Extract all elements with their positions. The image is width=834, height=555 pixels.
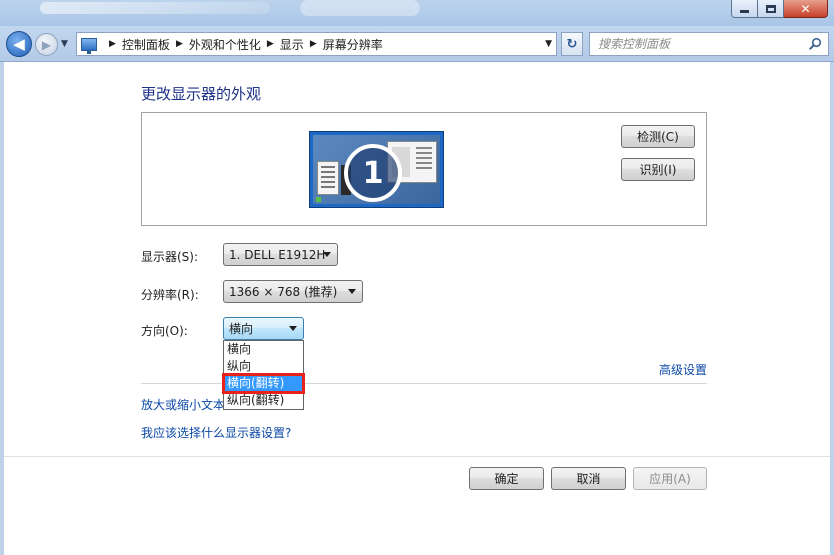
breadcrumb-appearance[interactable]: 外观和个性化 [189, 36, 261, 53]
identify-button[interactable]: 识别(I) [621, 158, 695, 181]
chevron-down-icon [348, 289, 356, 294]
minimize-icon [740, 10, 749, 13]
breadcrumb-separator-icon[interactable]: ▶ [176, 39, 183, 49]
breadcrumb-control-panel[interactable]: 控制面板 [122, 36, 170, 53]
advanced-settings-link[interactable]: 高级设置 [659, 361, 707, 378]
search-input[interactable] [598, 37, 798, 51]
orientation-option-landscape-flipped[interactable]: 横向(翻转) [222, 373, 305, 394]
breadcrumb-screen-resolution[interactable]: 屏幕分辨率 [323, 36, 383, 53]
thumbnail-window-icon [317, 161, 339, 195]
display-select-value: 1. DELL E1912H [229, 247, 326, 262]
address-bar[interactable]: ▶ 控制面板 ▶ 外观和个性化 ▶ 显示 ▶ 屏幕分辨率 ▼ [76, 32, 557, 56]
page-title: 更改显示器的外观 [141, 85, 262, 103]
maximize-icon [765, 4, 776, 13]
navigation-bar: ◀ ▶ ▼ ▶ 控制面板 ▶ 外观和个性化 ▶ 显示 ▶ 屏幕分辨率 ▼ ↻ [0, 26, 834, 62]
chevron-down-icon [289, 326, 297, 331]
detect-button[interactable]: 检测(C) [621, 125, 695, 148]
close-button[interactable]: ✕ [784, 0, 828, 18]
resolution-select-value: 1366 × 768 (推荐) [229, 285, 338, 299]
title-bar: ✕ [0, 0, 834, 26]
back-button[interactable]: ◀ [6, 31, 32, 57]
display-select[interactable]: 1. DELL E1912H [223, 243, 338, 266]
which-settings-link[interactable]: 我应该选择什么显示器设置? [141, 424, 291, 441]
breadcrumb-separator-icon[interactable]: ▶ [109, 39, 116, 49]
breadcrumb-separator-icon[interactable]: ▶ [267, 39, 274, 49]
display-label: 显示器(S): [141, 250, 199, 264]
resolution-label: 分辨率(R): [141, 288, 199, 302]
breadcrumb-display[interactable]: 显示 [280, 36, 304, 53]
thumbnail-start-icon [316, 197, 321, 202]
chevron-down-icon [323, 252, 331, 257]
orientation-select[interactable]: 横向 [223, 317, 304, 340]
breadcrumb-separator-icon[interactable]: ▶ [310, 39, 317, 49]
search-box[interactable] [589, 32, 829, 56]
cancel-button[interactable]: 取消 [551, 467, 626, 490]
forward-button[interactable]: ▶ [35, 33, 58, 56]
orientation-option-landscape[interactable]: 横向 [224, 341, 303, 358]
window-frame-left [0, 62, 4, 555]
refresh-button[interactable]: ↻ [561, 32, 583, 56]
orientation-option-portrait[interactable]: 纵向 [224, 358, 303, 375]
orientation-label: 方向(O): [141, 324, 188, 338]
orientation-dropdown-list: 横向 纵向 横向(翻转) 纵向(翻转) [222, 340, 305, 410]
text-size-link[interactable]: 放大或缩小文本 [141, 396, 225, 413]
resolution-select[interactable]: 1366 × 768 (推荐) [223, 280, 363, 303]
apply-button[interactable]: 应用(A) [633, 467, 707, 490]
orientation-select-value: 横向 [229, 322, 254, 336]
ok-button[interactable]: 确定 [469, 467, 544, 490]
recent-pages-dropdown-icon[interactable]: ▼ [61, 39, 68, 49]
window-frame-right [830, 62, 834, 555]
orientation-option-portrait-flipped[interactable]: 纵向(翻转) [224, 392, 303, 409]
address-dropdown-icon[interactable]: ▼ [545, 39, 552, 49]
display-icon [81, 37, 97, 54]
title-decoration [300, 0, 420, 16]
search-icon[interactable] [808, 37, 822, 51]
title-text-blurred [40, 2, 270, 14]
maximize-button[interactable] [758, 0, 784, 18]
footer-divider [4, 456, 830, 457]
monitor-number-badge: 1 [344, 144, 402, 202]
minimize-button[interactable] [731, 0, 758, 18]
window-controls: ✕ [731, 0, 828, 18]
